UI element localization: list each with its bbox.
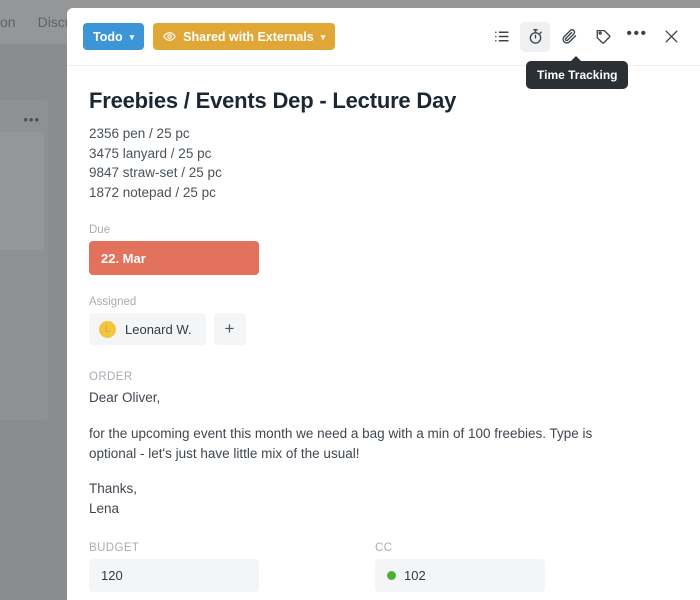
assigned-row: L Leonard W. + [89,313,678,346]
list-item: 1872 notepad / 25 pc [89,184,216,200]
modal-body: Freebies / Events Dep - Lecture Day 2356… [67,66,700,600]
tooltip-time-tracking: Time Tracking [526,56,629,89]
budget-cc-row: BUDGET 120 CC 102 [89,542,678,592]
paperclip-icon[interactable] [554,22,584,52]
due-date-section: Due 22. Mar [89,224,678,276]
modal-header: Todo ▾ Shared with Externals ▾ ••• Time … [67,8,700,89]
tag-icon[interactable] [588,22,618,52]
chevron-down-icon: ▾ [129,32,135,42]
order-body-paragraph: for the upcoming event this month we nee… [89,425,593,461]
modal-header-actions: ••• [486,21,686,52]
budget-input[interactable]: 120 [89,558,259,592]
chevron-down-icon: ▾ [320,32,326,42]
page-title: Freebies / Events Dep - Lecture Day [89,88,457,113]
list-item: 2356 pen / 25 pc [89,126,190,141]
budget-section: BUDGET 120 [89,542,259,592]
close-icon[interactable] [656,22,686,52]
share-label: Shared with Externals [183,29,314,44]
order-greeting: Dear Oliver, [89,390,161,406]
order-label: ORDER [89,371,133,384]
task-detail-modal: Todo ▾ Shared with Externals ▾ ••• Time … [67,8,700,600]
list-item: 3475 lanyard / 25 pc [89,145,212,161]
add-assignee-button[interactable]: + [213,313,246,346]
cc-value: 102 [404,567,426,583]
avatar: L [99,320,116,338]
budget-value: 120 [101,567,123,583]
cc-label: CC [375,541,393,554]
checklist-icon[interactable] [486,22,516,52]
status-label: Todo [93,29,123,44]
cc-input[interactable]: 102 [375,558,545,592]
ellipsis-icon[interactable]: ••• [622,22,652,52]
assigned-section: Assigned L Leonard W. + [89,296,678,346]
order-body-text[interactable]: Dear Oliver, for the upcoming event this… [89,388,629,519]
order-closing: Thanks, [89,481,138,496]
order-signature: Lena [89,501,120,517]
stopwatch-icon[interactable] [520,21,550,52]
status-dropdown-button[interactable]: Todo ▾ [83,23,145,50]
assignee-chip[interactable]: L Leonard W. [89,313,206,346]
assigned-label: Assigned [89,296,137,309]
order-section: ORDER Dear Oliver, for the upcoming even… [89,371,678,519]
list-item: 9847 straw-set / 25 pc [89,165,222,181]
subitem-list: 2356 pen / 25 pc 3475 lanyard / 25 pc 98… [89,124,678,202]
due-date-chip[interactable]: 22. Mar [89,241,259,276]
assignee-name: Leonard W. [125,321,192,337]
due-date-label: Due [89,224,111,237]
budget-label: BUDGET [89,541,140,554]
status-dot-icon [387,570,396,580]
share-dropdown-button[interactable]: Shared with Externals ▾ [153,23,336,50]
due-date-value: 22. Mar [101,250,146,266]
order-closing-block: Thanks, Lena [89,479,629,520]
eye-icon [163,30,177,43]
cc-section: CC 102 [375,542,545,592]
